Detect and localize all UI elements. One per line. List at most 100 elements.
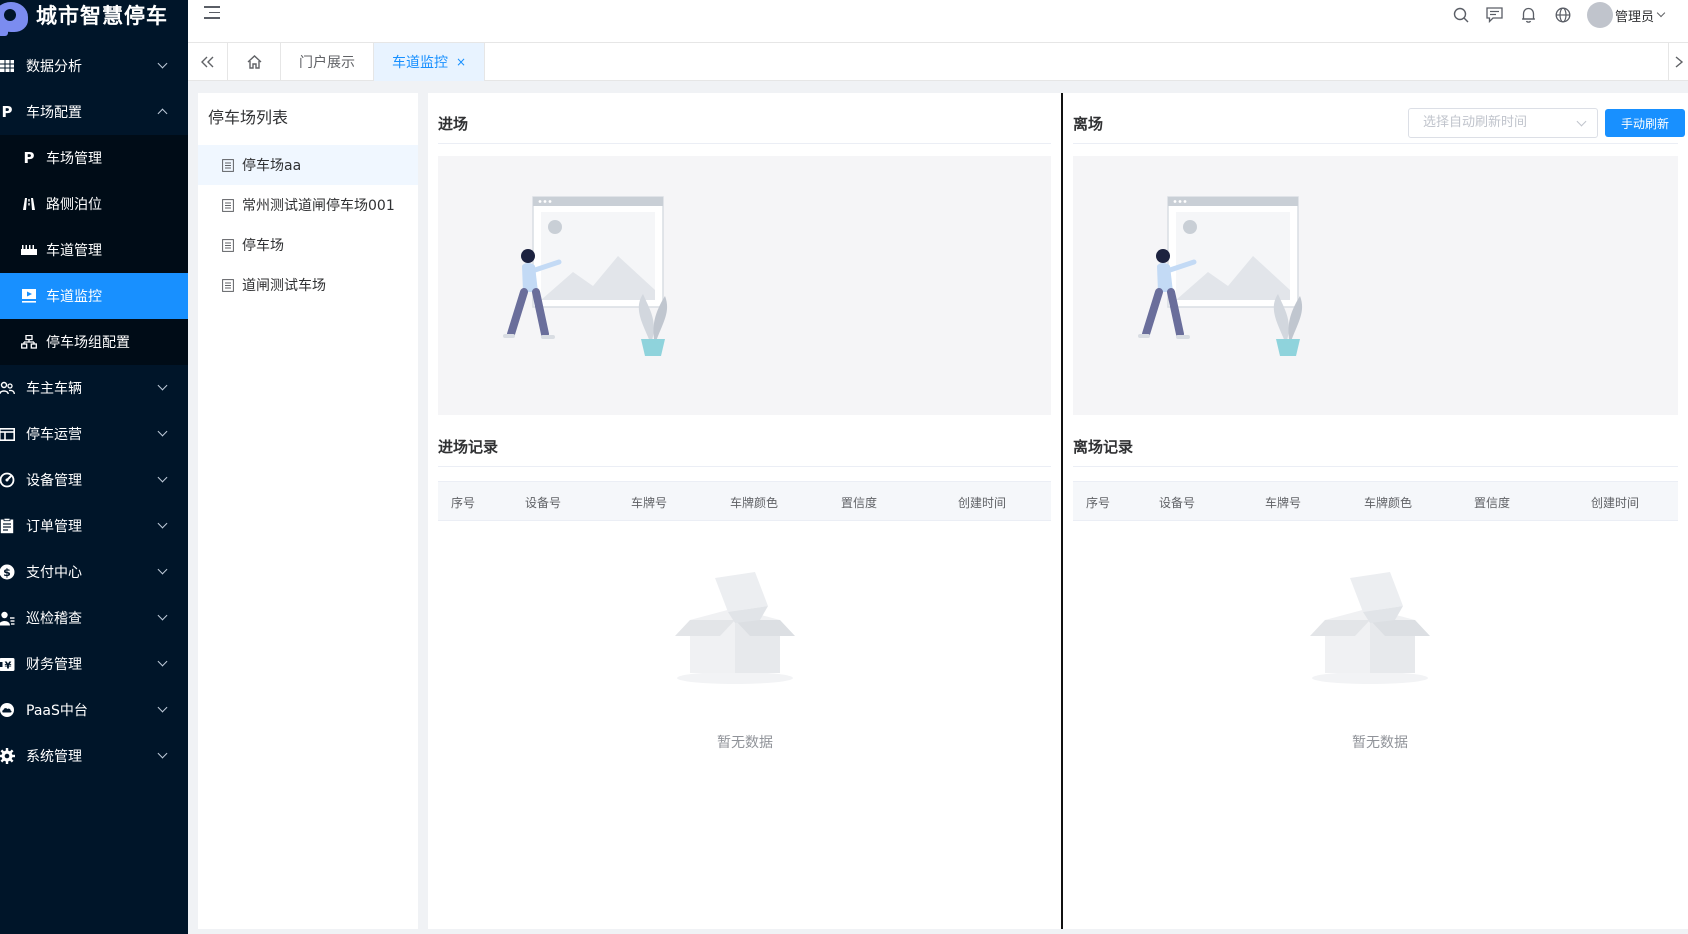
monitor-play-icon: [20, 287, 38, 305]
column-header[interactable]: 车牌颜色: [730, 494, 778, 511]
sidebar-item-finance[interactable]: ¥ 财务管理: [0, 641, 188, 687]
auto-refresh-placeholder: 选择自动刷新时间: [1423, 115, 1528, 130]
entry-camera-preview: [438, 156, 1051, 415]
tab-portal[interactable]: 门户展示: [281, 43, 374, 81]
column-header[interactable]: 创建时间: [1591, 494, 1639, 511]
sidebar-item-lot-group-config[interactable]: 停车场组配置: [0, 319, 188, 365]
sidebar-item-lane-management[interactable]: 车道管理: [0, 227, 188, 273]
chevron-down-icon: [1576, 116, 1587, 127]
document-icon: [222, 278, 234, 292]
sidebar-item-system-management[interactable]: 系统管理: [0, 733, 188, 779]
parking-lot-panel: 停车场列表 停车场aa 常州测试道闸停车场001 停车场 道闸测试车场: [198, 93, 418, 929]
chevron-down-icon: [157, 656, 168, 667]
tabs-scroll-right-button[interactable]: [1668, 43, 1688, 81]
tab-home[interactable]: [228, 43, 281, 81]
column-header[interactable]: 设备号: [1159, 494, 1195, 511]
empty-box-icon: [675, 572, 795, 684]
sidebar-item-roadside-berth[interactable]: 路侧泊位: [0, 181, 188, 227]
inspector-icon: [0, 609, 16, 627]
parking-p-icon: P: [23, 149, 35, 167]
top-header: 管理员: [188, 0, 1688, 43]
entry-empty-text: 暂无数据: [717, 735, 773, 751]
manual-refresh-button[interactable]: 手动刷新: [1605, 109, 1685, 137]
exit-empty-text: 暂无数据: [1352, 735, 1408, 751]
svg-text:$: $: [3, 566, 11, 579]
empty-illustration-icon: [1138, 196, 1303, 356]
column-header[interactable]: 置信度: [841, 494, 877, 511]
home-icon: [247, 55, 261, 69]
gauge-icon: [0, 471, 16, 489]
submenu-lot-config: P 车场管理 路侧泊位 车道管理 车道监控 停车场组配置: [0, 135, 188, 365]
exit-camera-preview: [1073, 156, 1678, 415]
chevron-down-icon: [157, 564, 168, 575]
chevron-down-icon: [157, 472, 168, 483]
sidebar-item-device-management[interactable]: 设备管理: [0, 457, 188, 503]
sidebar-item-lot-config[interactable]: P 车场配置: [0, 89, 188, 135]
column-header[interactable]: 车牌号: [631, 494, 667, 511]
tab-lane-monitor[interactable]: 车道监控 ×: [374, 43, 486, 81]
people-icon: [0, 379, 16, 397]
chevron-right-icon: [1675, 56, 1683, 68]
document-icon: [222, 198, 234, 212]
document-icon: [222, 238, 234, 252]
column-header[interactable]: 创建时间: [958, 494, 1006, 511]
close-icon[interactable]: ×: [456, 55, 466, 69]
tabs-scroll-left-button[interactable]: [188, 43, 228, 81]
chevron-down-icon: [157, 380, 168, 391]
sidebar-item-lane-monitor[interactable]: 车道监控: [0, 273, 188, 319]
exit-section-title: 离场: [1073, 115, 1104, 133]
globe-icon[interactable]: [1553, 5, 1573, 25]
avatar[interactable]: [1586, 2, 1613, 28]
entry-records-table-header: 序号 设备号 车牌号 车牌颜色 置信度 创建时间: [438, 481, 1051, 521]
list-item-label: 停车场aa: [242, 158, 302, 174]
list-item[interactable]: 停车场aa: [198, 145, 418, 185]
chevron-down-icon[interactable]: [1656, 8, 1666, 18]
sidebar: 城市智慧停车 数据分析 P 车场配置 P 车场管理 路侧泊位 车道管理 车道监控…: [0, 0, 188, 934]
sidebar-item-parking-ops[interactable]: 停车运营: [0, 411, 188, 457]
chevron-up-icon: [157, 108, 168, 119]
message-icon[interactable]: [1485, 5, 1505, 25]
column-header[interactable]: 车牌颜色: [1364, 494, 1412, 511]
sidebar-item-paas[interactable]: PaaS中台: [0, 687, 188, 733]
chevron-down-icon: [157, 426, 168, 437]
tabs-bar: 门户展示 车道监控 ×: [188, 43, 1688, 81]
exit-monitor-panel: 离场 选择自动刷新时间 手动刷新 离场记录 序号 设备号 车牌号 车牌颜色 置信…: [1063, 93, 1688, 929]
tab-label: 车道监控: [392, 55, 448, 71]
sidebar-item-payment-center[interactable]: $ 支付中心: [0, 549, 188, 595]
sidebar-item-data-analysis[interactable]: 数据分析: [0, 43, 188, 89]
list-item[interactable]: 道闸测试车场: [198, 265, 418, 305]
app-logo[interactable]: 城市智慧停车: [0, 0, 188, 43]
chevron-down-icon: [157, 518, 168, 529]
parking-lot-list: 停车场aa 常州测试道闸停车场001 停车场 道闸测试车场: [198, 145, 418, 305]
list-item-label: 道闸测试车场: [242, 278, 326, 294]
chevron-down-icon: [157, 610, 168, 621]
exit-records-title: 离场记录: [1073, 438, 1134, 456]
cloud-icon: [0, 701, 16, 719]
column-header[interactable]: 序号: [451, 494, 475, 511]
sidebar-item-lot-management[interactable]: P 车场管理: [0, 135, 188, 181]
road-icon: [20, 195, 38, 213]
clipboard-icon: [0, 517, 16, 535]
sidebar-menu: 数据分析 P 车场配置 P 车场管理 路侧泊位 车道管理 车道监控 停车场组配置…: [0, 43, 188, 779]
lane-barrier-icon: [20, 241, 38, 259]
logo-icon: [0, 1, 30, 38]
exit-records-table-header: 序号 设备号 车牌号 车牌颜色 置信度 创建时间: [1073, 481, 1678, 521]
sidebar-item-inspection[interactable]: 巡检稽查: [0, 595, 188, 641]
search-icon[interactable]: [1451, 5, 1471, 25]
hamburger-icon[interactable]: [204, 6, 222, 22]
column-header[interactable]: 序号: [1086, 494, 1110, 511]
auto-refresh-select[interactable]: 选择自动刷新时间: [1408, 108, 1598, 138]
column-header[interactable]: 设备号: [525, 494, 561, 511]
empty-illustration-icon: [503, 196, 668, 356]
user-name[interactable]: 管理员: [1615, 6, 1654, 25]
bell-icon[interactable]: [1519, 5, 1539, 25]
finance-icon: ¥: [0, 655, 16, 673]
sidebar-item-owners-vehicles[interactable]: 车主车辆: [0, 365, 188, 411]
column-header[interactable]: 置信度: [1474, 494, 1510, 511]
list-item[interactable]: 常州测试道闸停车场001: [198, 185, 418, 225]
column-header[interactable]: 车牌号: [1265, 494, 1301, 511]
gear-icon: [0, 747, 16, 765]
list-item[interactable]: 停车场: [198, 225, 418, 265]
chevron-down-icon: [157, 702, 168, 713]
sidebar-item-order-management[interactable]: 订单管理: [0, 503, 188, 549]
